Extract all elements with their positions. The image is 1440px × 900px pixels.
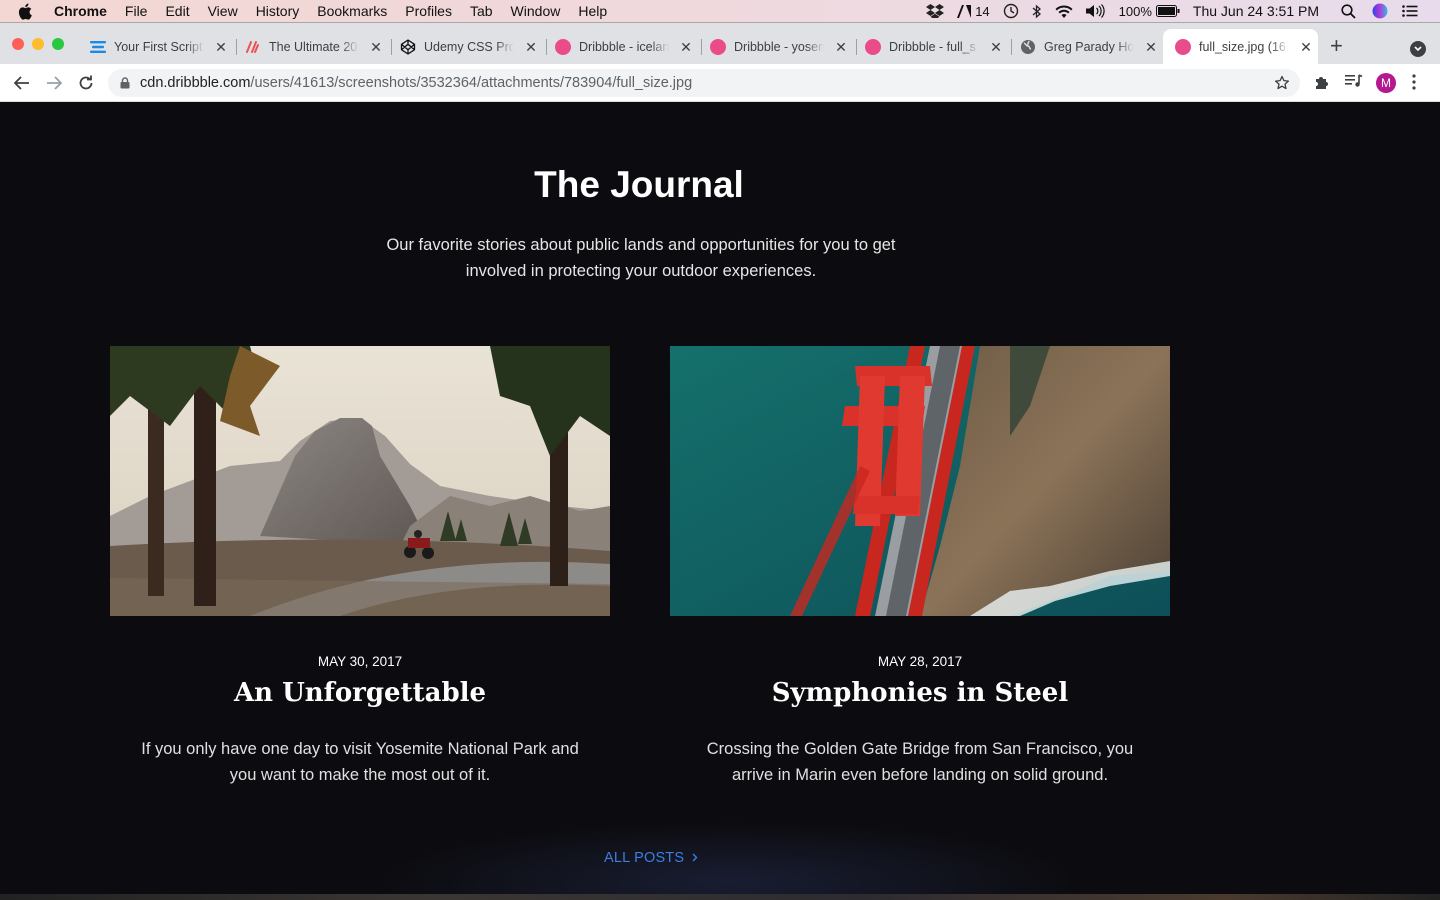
menu-bookmarks[interactable]: Bookmarks: [317, 3, 387, 19]
tab-close-icon[interactable]: ✕: [989, 39, 1003, 56]
tab-title: Dribbble - icelan: [579, 40, 669, 54]
battery-status[interactable]: 100%: [1119, 4, 1180, 19]
journal-card[interactable]: MAY 28, 2017 Symphonies in Steel Crossin…: [670, 346, 1170, 788]
globe-icon: [1020, 39, 1036, 55]
back-arrow-icon[interactable]: [12, 73, 32, 93]
media-controls-icon[interactable]: [1345, 74, 1363, 88]
card-title[interactable]: An Unforgettable: [110, 678, 610, 708]
card-description: If you only have one day to visit Yosemi…: [141, 740, 579, 784]
menu-help[interactable]: Help: [578, 3, 607, 19]
menu-profiles[interactable]: Profiles: [405, 3, 452, 19]
tab-title: full_size.jpg (16: [1199, 40, 1286, 54]
tab-the-ultimate[interactable]: The Ultimate 20 ✕: [245, 29, 392, 65]
adobe-count: 14: [975, 3, 990, 19]
menu-tab[interactable]: Tab: [470, 3, 493, 19]
tab-udemy-css-pro[interactable]: Udemy CSS Pro ✕: [400, 29, 547, 65]
zoom-window-button[interactable]: [52, 38, 64, 50]
apple-logo-icon[interactable]: [18, 2, 36, 20]
all-posts-link[interactable]: ALL POSTS: [604, 850, 698, 866]
menubar-status-area: 14 100% Thu Jun 24 3:51 PM: [926, 0, 1440, 22]
lock-icon[interactable]: [120, 77, 130, 89]
spotlight-search-icon[interactable]: [1341, 3, 1356, 19]
tab-greg-parady[interactable]: Greg Parady Ho ✕: [1020, 29, 1158, 65]
profile-avatar[interactable]: M: [1376, 73, 1396, 93]
battery-icon: [1155, 5, 1180, 17]
adobe-icon[interactable]: 14: [957, 3, 990, 19]
card-date: MAY 30, 2017: [317, 654, 403, 669]
udemy-u-icon: [245, 39, 261, 55]
tab-title: Greg Parady Ho: [1044, 40, 1134, 54]
menu-history[interactable]: History: [256, 3, 300, 19]
bluetooth-icon[interactable]: [1032, 4, 1042, 19]
menu-file[interactable]: File: [125, 3, 148, 19]
menu-window[interactable]: Window: [511, 3, 561, 19]
tab-search-icon[interactable]: [1410, 41, 1426, 57]
minimize-window-button[interactable]: [32, 38, 44, 50]
bookmark-star-icon[interactable]: [1274, 75, 1290, 95]
tab-dribbble-yosemite[interactable]: Dribbble - yosen ✕: [710, 29, 857, 65]
dribbble-icon: [865, 39, 881, 55]
address-bar[interactable]: cdn.dribbble.com/users/41613/screenshots…: [108, 69, 1300, 97]
tab-dribbble-iceland[interactable]: Dribbble - icelan ✕: [555, 29, 702, 65]
journal-page: The Journal Our favorite stories about p…: [0, 102, 1440, 900]
dribbble-icon: [555, 39, 571, 55]
tab-dribbble-full-size[interactable]: Dribbble - full_s ✕: [865, 29, 1012, 65]
forward-arrow-icon[interactable]: [44, 73, 64, 93]
tab-title: Udemy CSS Pro: [424, 40, 514, 54]
dribbble-icon: [1175, 39, 1191, 55]
menu-edit[interactable]: Edit: [165, 3, 189, 19]
siri-icon[interactable]: [1372, 3, 1388, 19]
tab-close-icon[interactable]: ✕: [1299, 39, 1313, 56]
close-window-button[interactable]: [12, 38, 24, 50]
browser-toolbar: cdn.dribbble.com/users/41613/screenshots…: [0, 64, 1440, 102]
time-machine-icon[interactable]: [1003, 3, 1019, 19]
stack-icon: [90, 39, 106, 55]
chevron-right-icon: [692, 850, 698, 866]
tab-close-icon[interactable]: ✕: [834, 39, 848, 56]
new-tab-button[interactable]: +: [1330, 35, 1343, 57]
window-controls: [12, 38, 64, 50]
extensions-puzzle-icon[interactable]: [1314, 74, 1330, 90]
battery-percent: 100%: [1118, 3, 1152, 19]
tab-close-icon[interactable]: ✕: [1144, 39, 1158, 56]
card-date: MAY 28, 2017: [877, 654, 963, 669]
card-description: Crossing the Golden Gate Bridge from San…: [706, 740, 1134, 784]
browser-tab-strip: Your First Script ✕ The Ultimate 20 ✕ Ud…: [0, 22, 1440, 65]
menubar-clock[interactable]: Thu Jun 24 3:51 PM: [1193, 3, 1319, 19]
menu-view[interactable]: View: [208, 3, 238, 19]
tab-close-icon[interactable]: ✕: [214, 39, 228, 56]
tab-close-icon[interactable]: ✕: [369, 39, 383, 56]
menu-app-name[interactable]: Chrome: [54, 3, 107, 19]
notification-center-icon[interactable]: [1402, 5, 1418, 17]
volume-icon[interactable]: [1085, 4, 1106, 18]
tab-title: The Ultimate 20: [269, 40, 358, 54]
all-posts-label: ALL POSTS: [604, 850, 685, 866]
tab-full-size-jpg-active[interactable]: full_size.jpg (16 ✕: [1163, 29, 1318, 65]
wifi-icon[interactable]: [1055, 4, 1073, 18]
macos-menubar: Chrome File Edit View History Bookmarks …: [0, 0, 1440, 22]
tab-title: Dribbble - full_s: [889, 40, 976, 54]
golden-gate-bridge-photo[interactable]: [670, 346, 1170, 616]
reload-icon[interactable]: [76, 73, 96, 93]
tab-title: Dribbble - yosen: [734, 40, 824, 54]
tab-title: Your First Script: [114, 40, 203, 54]
dropbox-icon[interactable]: [926, 4, 945, 18]
journal-card[interactable]: MAY 30, 2017 An Unforgettable If you onl…: [110, 346, 610, 788]
tab-close-icon[interactable]: ✕: [524, 39, 538, 56]
address-path: /users/41613/screenshots/3532364/attachm…: [250, 75, 693, 91]
tab-close-icon[interactable]: ✕: [679, 39, 693, 56]
next-section-image-edge: [0, 894, 1440, 900]
dribbble-icon: [710, 39, 726, 55]
tab-your-first-script[interactable]: Your First Script ✕: [90, 29, 237, 65]
page-title: The Journal: [534, 164, 744, 205]
chrome-menu-icon[interactable]: [1412, 74, 1416, 90]
page-subtitle: Our favorite stories about public lands …: [386, 236, 896, 280]
address-host: cdn.dribbble.com: [140, 75, 251, 91]
codepen-icon: [400, 39, 416, 55]
yosemite-half-dome-photo[interactable]: [110, 346, 610, 616]
card-title[interactable]: Symphonies in Steel: [670, 678, 1170, 708]
